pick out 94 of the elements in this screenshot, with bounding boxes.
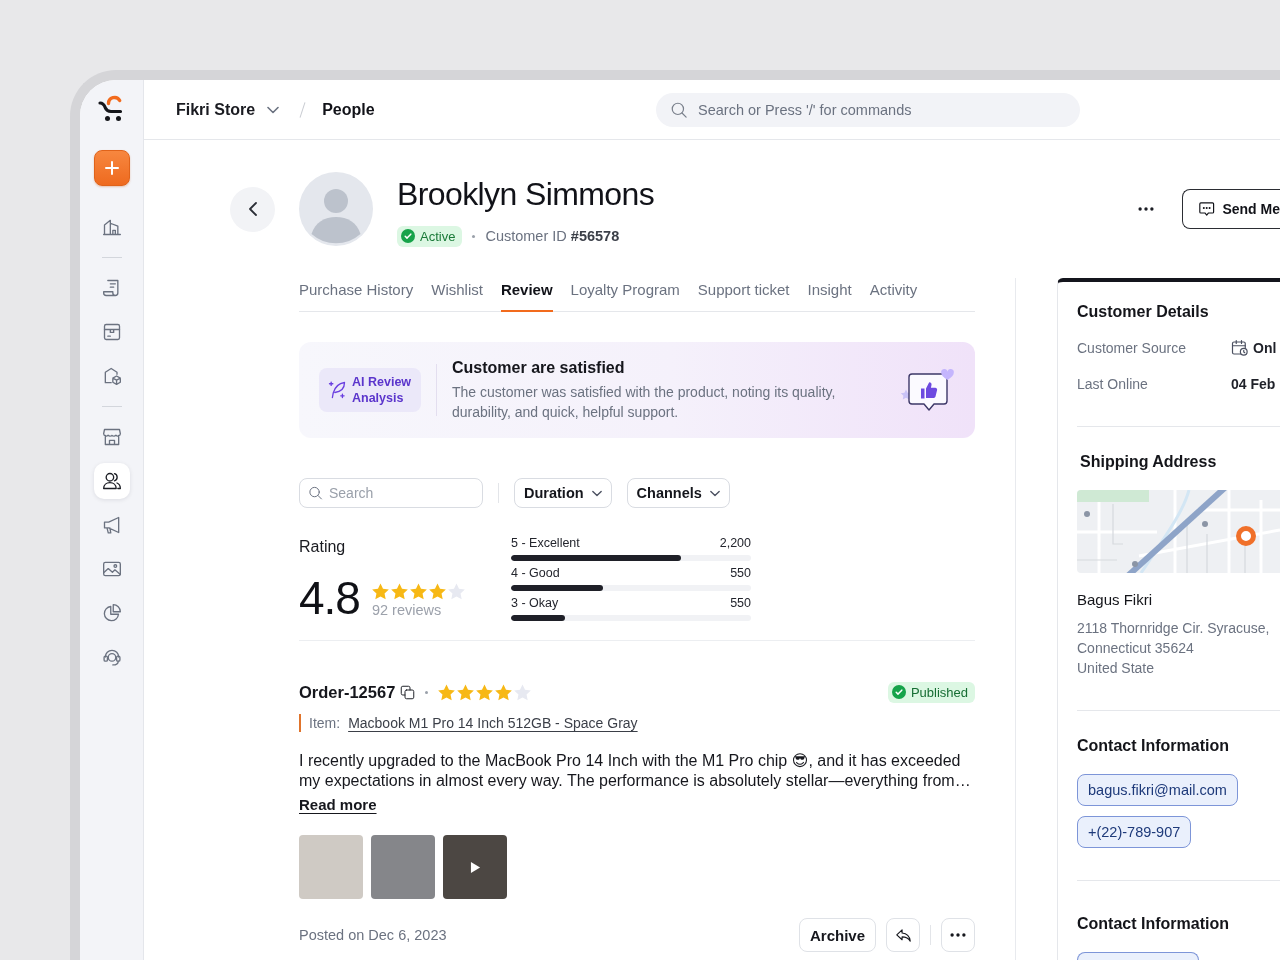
customer-id: Customer ID #56578: [485, 228, 620, 244]
more-button[interactable]: [941, 918, 975, 952]
rating-score: 4.8: [299, 575, 360, 621]
sidebar-item[interactable]: [93, 463, 130, 499]
page-title: People: [322, 100, 375, 119]
headset-icon: [101, 647, 122, 667]
contact-chip[interactable]: +(22)-789-907: [1077, 816, 1192, 848]
star-icon: [514, 683, 532, 701]
tab[interactable]: Wishlist: [431, 278, 483, 312]
review-count: 92 reviews: [371, 601, 443, 618]
customer-name: Brooklyn Simmons: [397, 175, 655, 212]
star-icon: [457, 683, 475, 701]
more-icon: [1138, 207, 1154, 211]
check-circle-icon: [401, 229, 415, 243]
message-icon: [1198, 199, 1216, 219]
rating-count: 550: [730, 595, 751, 611]
section-title: Shipping Address: [1079, 452, 1218, 472]
filter-dropdown[interactable]: Duration: [514, 478, 612, 508]
copy-button[interactable]: [400, 684, 416, 700]
status-text: Active: [420, 228, 456, 244]
calendar-clock-icon: [1231, 339, 1249, 357]
star-icon: [428, 582, 446, 600]
sparkle-quill-icon: [327, 380, 347, 400]
detail-value: Onl: [1253, 340, 1277, 356]
posted-date: Posted on Dec 6, 2023: [299, 927, 447, 943]
location-pin-icon: [1236, 526, 1256, 546]
rating-level-label: 5 - Excellent: [511, 535, 580, 551]
tab[interactable]: Review: [500, 278, 553, 312]
copy-icon: [400, 684, 416, 700]
chevron-down-icon: [267, 105, 280, 114]
rating-label: Rating: [299, 537, 347, 557]
summary-text: The customer was satisfied with the product, noting its quality, durability, and quick, helpful support.: [452, 383, 837, 422]
status-text: Published: [910, 684, 968, 700]
star-icon: [447, 582, 465, 600]
play-icon: [469, 860, 481, 874]
contact-chip[interactable]: bagus.fikri@mail.com: [1077, 774, 1238, 806]
star-icon: [495, 683, 513, 701]
star-icon: [476, 683, 494, 701]
reply-button[interactable]: [886, 918, 920, 952]
recipient-name: Bagus Fikri: [1077, 590, 1154, 610]
archive-button[interactable]: Archive: [798, 918, 876, 952]
megaphone-icon: [101, 515, 122, 535]
review-text: I recently upgraded to the MacBook Pro 14 Inch with the M1 Pro chip 😎, and it has exceeded my expectations in almost every way. The performance is absolutely stellar—everything from…: [299, 751, 972, 791]
chevron-left-icon: [248, 202, 257, 216]
rating-level-label: 3 - Okay: [511, 595, 559, 611]
more-icon: [950, 933, 966, 937]
detail-value: 04 Feb: [1231, 376, 1276, 392]
rating-level-label: 4 - Good: [511, 565, 560, 581]
search-field[interactable]: Search or Press '/' for commands: [656, 92, 1080, 127]
section-title: Contact Information: [1077, 736, 1230, 756]
read-more-link[interactable]: Read more: [299, 795, 377, 815]
tab[interactable]: Support ticket: [697, 278, 790, 312]
send-message-button[interactable]: Send Me: [1182, 189, 1280, 229]
tab[interactable]: Insight: [807, 278, 852, 312]
star-icon: [409, 582, 427, 600]
address-line: United State: [1077, 659, 1156, 678]
product-link[interactable]: Macbook M1 Pro 14 Inch 512GB - Space Gray: [348, 715, 638, 731]
pie-chart-icon: [101, 603, 122, 623]
store-name[interactable]: Fikri Store: [176, 100, 256, 119]
plus-icon: [104, 161, 119, 175]
search-icon: [670, 100, 688, 119]
star-icon: [371, 582, 389, 600]
reply-icon: [894, 926, 912, 944]
check-circle-icon: [891, 685, 906, 699]
filter-dropdown[interactable]: Channels: [626, 478, 730, 508]
box-icon: [101, 322, 122, 342]
address-line: 2118 Thornridge Cir. Syracuse,: [1077, 619, 1271, 638]
tab[interactable]: Purchase History: [299, 278, 414, 312]
address-line: Connecticut 35624: [1077, 639, 1195, 658]
order-number: Order-12567: [299, 682, 396, 702]
image-icon: [101, 559, 122, 579]
ai-badge-label: AI Review Analysis: [352, 374, 413, 406]
section-title: Customer Details: [1077, 302, 1210, 322]
detail-label: Customer Source: [1077, 340, 1187, 356]
summary-title: Customer are satisfied: [452, 358, 626, 378]
receipt-icon: [101, 278, 122, 298]
rating-count: 550: [730, 565, 751, 581]
tab[interactable]: Loyalty Program: [570, 278, 680, 312]
star-icon: [438, 683, 456, 701]
chevron-down-icon: [709, 489, 720, 497]
rating-count: 2,200: [719, 535, 751, 551]
building-icon: [101, 217, 122, 237]
users-icon: [101, 471, 122, 491]
detail-label: Last Online: [1077, 376, 1149, 392]
chevron-down-icon: [591, 489, 602, 497]
section-title: Contact Information: [1077, 914, 1230, 934]
add-button[interactable]: [93, 150, 130, 186]
star-icon: [390, 582, 408, 600]
search-field[interactable]: Search: [299, 478, 483, 508]
item-label: Item:: [309, 715, 341, 731]
search-icon: [308, 485, 323, 501]
tab[interactable]: Activity: [869, 278, 918, 312]
store-icon: [101, 427, 122, 447]
contact-chip[interactable]: [1077, 952, 1199, 960]
